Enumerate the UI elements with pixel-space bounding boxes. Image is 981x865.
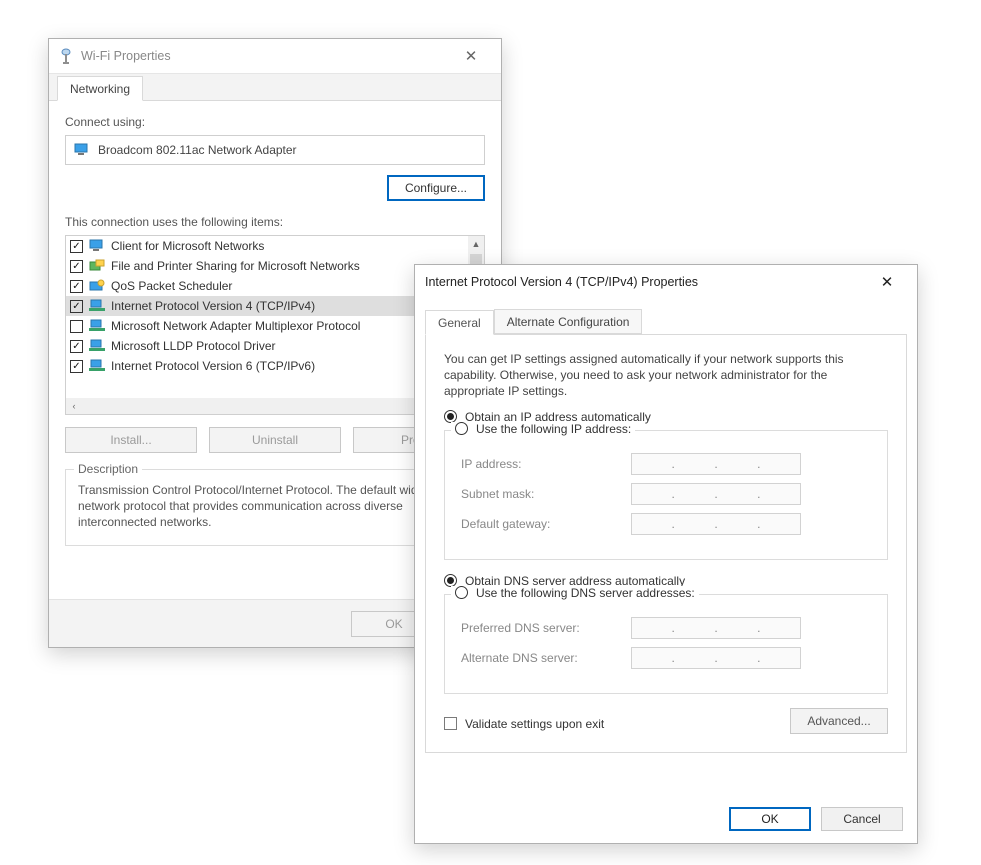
pref-dns-input: ... — [631, 617, 801, 639]
description-legend: Description — [74, 462, 142, 476]
install-button-label: Install... — [110, 433, 151, 447]
wifi-titlebar: Wi-Fi Properties ✕ — [49, 39, 501, 73]
scroll-up-icon[interactable]: ▲ — [468, 236, 484, 252]
ip-address-input: ... — [631, 453, 801, 475]
scrollbar-horizontal[interactable]: ‹ › — [66, 398, 468, 414]
close-icon[interactable]: ✕ — [451, 47, 491, 65]
protocol-icon — [89, 258, 105, 274]
tab-networking[interactable]: Networking — [57, 76, 143, 101]
ip-manual-group: Use the following IP address: IP address… — [444, 430, 888, 560]
list-item-label: Microsoft Network Adapter Multiplexor Pr… — [111, 319, 360, 333]
tab-general[interactable]: General — [425, 310, 494, 335]
connect-using-label: Connect using: — [65, 115, 485, 129]
ipv4-properties-dialog: Internet Protocol Version 4 (TCP/IPv4) P… — [414, 264, 918, 844]
ok-button-label: OK — [761, 812, 778, 826]
configure-button[interactable]: Configure... — [387, 175, 485, 201]
description-text: Transmission Control Protocol/Internet P… — [78, 482, 472, 531]
list-item[interactable]: Microsoft LLDP Protocol Driver — [66, 336, 468, 356]
ok-button-label: OK — [385, 617, 402, 631]
checkbox-icon[interactable] — [70, 240, 83, 253]
radio-icon[interactable] — [455, 586, 468, 599]
list-item-label: Client for Microsoft Networks — [111, 239, 264, 253]
uninstall-button-label: Uninstall — [252, 433, 298, 447]
radio-ip-manual-label[interactable]: Use the following IP address: — [476, 422, 631, 436]
pref-dns-label: Preferred DNS server: — [461, 621, 631, 635]
checkbox-icon[interactable] — [70, 300, 83, 313]
checkbox-icon[interactable] — [70, 280, 83, 293]
tab-general-label: General — [438, 316, 481, 330]
advanced-button-label: Advanced... — [807, 714, 870, 728]
protocol-icon — [89, 358, 105, 374]
ip-address-label: IP address: — [461, 457, 631, 471]
alt-dns-input: ... — [631, 647, 801, 669]
uninstall-button[interactable]: Uninstall — [209, 427, 341, 453]
list-item[interactable]: File and Printer Sharing for Microsoft N… — [66, 256, 468, 276]
protocol-icon — [89, 278, 105, 294]
ipv4-title: Internet Protocol Version 4 (TCP/IPv4) P… — [425, 275, 867, 289]
adapter-icon — [74, 142, 90, 158]
validate-label: Validate settings upon exit — [465, 717, 604, 731]
items-label: This connection uses the following items… — [65, 215, 485, 229]
tab-alt-label: Alternate Configuration — [507, 315, 630, 329]
list-item-label: File and Printer Sharing for Microsoft N… — [111, 259, 360, 273]
alt-dns-label: Alternate DNS server: — [461, 651, 631, 665]
protocol-icon — [89, 318, 105, 334]
subnet-label: Subnet mask: — [461, 487, 631, 501]
scroll-left-icon[interactable]: ‹ — [66, 398, 82, 414]
dns-manual-group: Use the following DNS server addresses: … — [444, 594, 888, 694]
tab-networking-label: Networking — [70, 82, 130, 96]
cancel-button[interactable]: Cancel — [821, 807, 903, 831]
protocol-icon — [89, 338, 105, 354]
list-item-label: Internet Protocol Version 4 (TCP/IPv4) — [111, 299, 315, 313]
checkbox-icon[interactable] — [70, 260, 83, 273]
radio-dns-manual-label[interactable]: Use the following DNS server addresses: — [476, 586, 695, 600]
list-item[interactable]: Microsoft Network Adapter Multiplexor Pr… — [66, 316, 468, 336]
list-item-label: Microsoft LLDP Protocol Driver — [111, 339, 276, 353]
advanced-button[interactable]: Advanced... — [790, 708, 888, 734]
adapter-name: Broadcom 802.11ac Network Adapter — [98, 143, 297, 157]
ok-button[interactable]: OK — [729, 807, 811, 831]
gateway-label: Default gateway: — [461, 517, 631, 531]
checkbox-icon[interactable] — [70, 320, 83, 333]
protocol-icon — [89, 238, 105, 254]
install-button[interactable]: Install... — [65, 427, 197, 453]
tab-alternate-configuration[interactable]: Alternate Configuration — [494, 309, 643, 334]
list-item[interactable]: QoS Packet Scheduler — [66, 276, 468, 296]
gateway-input: ... — [631, 513, 801, 535]
validate-checkbox[interactable]: Validate settings upon exit — [444, 717, 604, 731]
wifi-tabs: Networking — [49, 73, 501, 101]
ipv4-titlebar: Internet Protocol Version 4 (TCP/IPv4) P… — [415, 265, 917, 299]
list-item[interactable]: Internet Protocol Version 4 (TCP/IPv4) — [66, 296, 468, 316]
radio-icon[interactable] — [455, 422, 468, 435]
wifi-icon — [59, 48, 75, 64]
adapter-field[interactable]: Broadcom 802.11ac Network Adapter — [65, 135, 485, 165]
checkbox-icon — [444, 717, 457, 730]
list-item[interactable]: Client for Microsoft Networks — [66, 236, 468, 256]
list-item[interactable]: Internet Protocol Version 6 (TCP/IPv6) — [66, 356, 468, 376]
configure-button-label: Configure... — [405, 181, 467, 195]
list-item-label: QoS Packet Scheduler — [111, 279, 232, 293]
checkbox-icon[interactable] — [70, 340, 83, 353]
cancel-button-label: Cancel — [843, 812, 880, 826]
close-icon[interactable]: ✕ — [867, 273, 907, 291]
wifi-title: Wi-Fi Properties — [81, 49, 451, 63]
list-item-label: Internet Protocol Version 6 (TCP/IPv6) — [111, 359, 315, 373]
protocol-icon — [89, 298, 105, 314]
subnet-input: ... — [631, 483, 801, 505]
intro-text: You can get IP settings assigned automat… — [444, 351, 888, 400]
checkbox-icon[interactable] — [70, 360, 83, 373]
